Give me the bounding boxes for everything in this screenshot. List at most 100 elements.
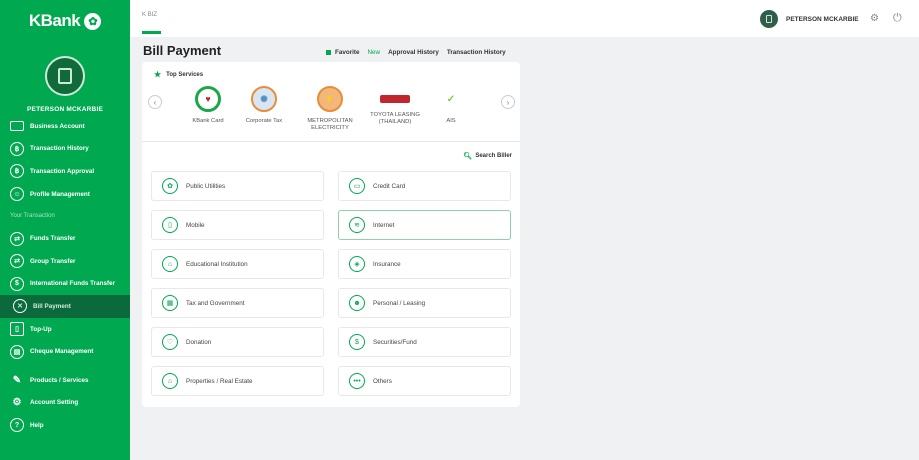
sidebar-item-help[interactable]: ? Help xyxy=(0,414,130,437)
sidebar-item-products-services[interactable]: ✎ Products / Services xyxy=(0,369,130,392)
topbar: K BIZ PETERSON MCKARBIE ⚙ ⏻ xyxy=(130,0,919,37)
category-properties-real-estate[interactable]: ⌂ Properties / Real Estate xyxy=(151,366,324,396)
sidebar-item-top-up[interactable]: ▯ Top-Up xyxy=(0,318,130,341)
brand[interactable]: KBank ✿ xyxy=(0,4,130,38)
service-metropolitan-electricity[interactable]: ⚡ METROPOLITAN ELECTRICITY xyxy=(295,86,365,132)
sidebar-item-label: Top-Up xyxy=(30,325,52,333)
service-label: AIS xyxy=(446,118,456,124)
sidebar-item-label: International Funds Transfer xyxy=(30,280,116,288)
sidebar-item-business-account[interactable]: Business Account xyxy=(0,115,130,138)
sidebar-item-label: Help xyxy=(30,421,44,429)
favorite-icon xyxy=(326,50,331,55)
sidebar-menu-top: Business Account ฿ Transaction History ฿ T… xyxy=(0,115,130,437)
tab-favorite[interactable]: Favorite xyxy=(335,49,360,56)
category-label: Mobile xyxy=(186,221,205,229)
help-icon: ? xyxy=(10,418,24,433)
group-transfer-icon: ⇄ xyxy=(10,254,24,269)
category-insurance[interactable]: ◈ Insurance xyxy=(338,249,511,279)
settings-gear-icon[interactable]: ⚙ xyxy=(870,13,879,24)
corporate-tax-logo-icon: ✺ xyxy=(251,86,277,112)
tab-new[interactable]: New xyxy=(368,49,381,56)
service-ais[interactable]: ✓ AIS xyxy=(416,86,486,125)
sidebar-item-label: Products / Services xyxy=(30,376,89,384)
bill-payment-panel: ★ Top Services ‹ ♥ KBank Card ✺ Corporat… xyxy=(142,62,520,407)
tabs: Favorite New Approval History Transactio… xyxy=(326,49,514,56)
sidebar-item-label: Business Account xyxy=(30,122,85,130)
sidebar-item-account-setting[interactable]: ⚙ Account Setting xyxy=(0,392,130,415)
sidebar-item-international-funds-transfer[interactable]: $ International Funds Transfer xyxy=(0,273,130,296)
user-avatar[interactable] xyxy=(760,10,778,28)
mobile-icon: ▯ xyxy=(162,217,178,233)
profile-avatar[interactable] xyxy=(45,56,85,96)
sidebar-item-transaction-approval[interactable]: ฿ Transaction Approval xyxy=(0,160,130,183)
kbank-card-logo-icon: ♥ xyxy=(195,86,221,112)
sidebar-item-label: Transaction History xyxy=(30,145,89,153)
divider xyxy=(142,141,520,142)
carousel-prev-button[interactable]: ‹ xyxy=(148,95,162,109)
category-mobile[interactable]: ▯ Mobile xyxy=(151,210,324,240)
category-others[interactable]: ••• Others xyxy=(338,366,511,396)
leasing-icon: ☻ xyxy=(349,295,365,311)
property-icon: ⌂ xyxy=(162,373,178,389)
section-label: Your Transaction xyxy=(10,213,55,220)
category-public-utilities[interactable]: ✿ Public Utilities xyxy=(151,171,324,201)
category-label: Educational Institution xyxy=(186,260,248,268)
building-icon xyxy=(58,68,72,84)
sidebar-item-bill-payment[interactable]: ✕ Bill Payment xyxy=(0,295,130,318)
category-securities-fund[interactable]: $ Securities/Fund xyxy=(338,327,511,357)
building-icon xyxy=(766,15,772,23)
user-name[interactable]: PETERSON MCKARBIE xyxy=(786,16,859,23)
category-label: Properties / Real Estate xyxy=(186,377,253,385)
breadcrumb[interactable]: K BIZ xyxy=(142,12,157,18)
profile-icon: ☺ xyxy=(10,187,24,202)
category-label: Credit Card xyxy=(373,182,406,190)
category-credit-card[interactable]: ▭ Credit Card xyxy=(338,171,511,201)
donation-icon: ♡ xyxy=(162,334,178,350)
search-biller-button[interactable]: 🔍︎ Search Biller xyxy=(463,152,512,160)
service-corporate-tax[interactable]: ✺ Corporate Tax xyxy=(229,86,299,125)
category-internet[interactable]: ≋ Internet xyxy=(338,210,511,240)
gear-icon: ⚙ xyxy=(12,397,22,409)
category-educational-institution[interactable]: ⌂ Educational Institution xyxy=(151,249,324,279)
others-icon: ••• xyxy=(349,373,365,389)
logout-power-icon[interactable]: ⏻ xyxy=(893,12,902,25)
category-label: Donation xyxy=(186,338,212,346)
search-biller-label: Search Biller xyxy=(475,153,512,159)
breadcrumb-underline xyxy=(142,31,161,34)
category-label: Others xyxy=(373,377,392,385)
ais-logo-icon: ✓ xyxy=(446,93,456,105)
sidebar-item-profile-management[interactable]: ☺ Profile Management xyxy=(0,183,130,206)
search-icon: 🔍︎ xyxy=(463,153,473,160)
category-label: Insurance xyxy=(373,260,401,268)
service-label: METROPOLITAN ELECTRICITY xyxy=(307,118,353,132)
insurance-icon: ◈ xyxy=(349,256,365,272)
international-icon: $ xyxy=(10,276,24,291)
sidebar-item-label: Cheque Management xyxy=(30,348,94,356)
chevron-right-icon: › xyxy=(506,97,510,107)
bill-icon: ✕ xyxy=(13,299,27,314)
toyota-logo-icon xyxy=(380,95,410,103)
briefcase-icon xyxy=(10,121,24,132)
category-tax-and-government[interactable]: ▦ Tax and Government xyxy=(151,288,324,318)
topup-icon: ▯ xyxy=(10,322,24,337)
credit-card-icon: ▭ xyxy=(349,178,365,194)
education-icon: ⌂ xyxy=(162,256,178,272)
sidebar-item-label: Account Setting xyxy=(30,399,79,407)
brand-name: KBank xyxy=(28,11,81,30)
category-donation[interactable]: ♡ Donation xyxy=(151,327,324,357)
sidebar-item-label: Bill Payment xyxy=(33,302,71,310)
sidebar-item-cheque-management[interactable]: ▤ Cheque Management xyxy=(0,340,130,363)
securities-icon: $ xyxy=(349,334,365,350)
category-label: Public Utilities xyxy=(186,182,226,190)
category-label: Tax and Government xyxy=(186,299,245,307)
sidebar-item-funds-transfer[interactable]: ⇄ Funds Transfer xyxy=(0,227,130,250)
category-personal-leasing[interactable]: ☻ Personal / Leasing xyxy=(338,288,511,318)
tab-transaction-history[interactable]: Transaction History xyxy=(447,49,506,56)
category-label: Securities/Fund xyxy=(373,338,417,346)
mea-logo-icon: ⚡ xyxy=(317,86,343,112)
cheque-icon: ▤ xyxy=(10,344,24,359)
sidebar-item-group-transfer[interactable]: ⇄ Group Transfer xyxy=(0,250,130,273)
sidebar-item-transaction-history[interactable]: ฿ Transaction History xyxy=(0,138,130,161)
tab-approval-history[interactable]: Approval History xyxy=(388,49,439,56)
carousel-next-button[interactable]: › xyxy=(501,95,515,109)
